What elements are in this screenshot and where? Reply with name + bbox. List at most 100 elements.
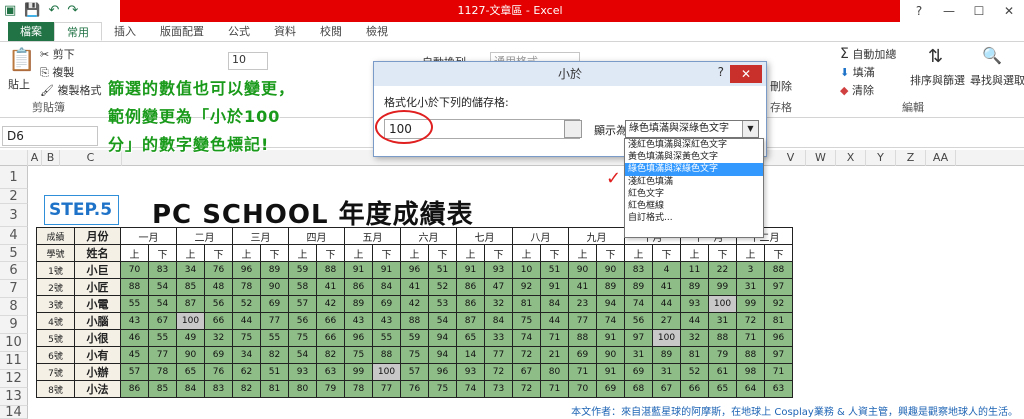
- score-cell[interactable]: 91: [372, 261, 401, 279]
- column-header-a[interactable]: A: [28, 150, 42, 166]
- score-cell[interactable]: 84: [372, 278, 401, 296]
- score-cell[interactable]: 91: [596, 329, 625, 347]
- column-header-w[interactable]: W: [806, 150, 836, 166]
- student-id[interactable]: 8號: [36, 380, 75, 398]
- student-name[interactable]: 小法: [74, 380, 121, 398]
- row-header-6[interactable]: 6: [0, 262, 28, 280]
- score-cell[interactable]: 54: [288, 346, 317, 364]
- score-cell[interactable]: 86: [456, 295, 485, 313]
- score-cell[interactable]: 52: [428, 278, 457, 296]
- score-cell[interactable]: 87: [176, 295, 205, 313]
- dropdown-option-custom[interactable]: 自訂格式...: [625, 212, 763, 224]
- score-cell[interactable]: 93: [680, 295, 709, 313]
- score-cell[interactable]: 77: [484, 346, 513, 364]
- close-button[interactable]: ✕: [994, 0, 1024, 22]
- score-cell[interactable]: 91: [344, 261, 373, 279]
- score-cell[interactable]: 54: [428, 312, 457, 330]
- score-cell[interactable]: 70: [568, 380, 597, 398]
- tab-insert[interactable]: 插入: [102, 22, 148, 41]
- copy-button[interactable]: ⎘ 複製: [40, 64, 74, 80]
- row-header-5[interactable]: 5: [0, 245, 28, 262]
- cut-button[interactable]: ✂ 剪下: [40, 46, 75, 62]
- tab-file[interactable]: 檔案: [8, 22, 54, 41]
- score-cell[interactable]: 3: [736, 261, 765, 279]
- score-cell[interactable]: 66: [316, 312, 345, 330]
- format-select[interactable]: 綠色填滿與深綠色文字 ▼: [625, 120, 759, 138]
- name-box[interactable]: D6: [2, 126, 98, 146]
- student-id[interactable]: 1號: [36, 261, 75, 279]
- score-cell[interactable]: 89: [596, 278, 625, 296]
- score-cell[interactable]: 72: [736, 312, 765, 330]
- score-cell[interactable]: 32: [204, 329, 233, 347]
- student-name[interactable]: 小巨: [74, 261, 121, 279]
- score-cell[interactable]: 90: [568, 261, 597, 279]
- score-cell[interactable]: 77: [148, 346, 177, 364]
- score-cell[interactable]: 71: [568, 363, 597, 381]
- score-cell[interactable]: 71: [540, 380, 569, 398]
- score-cell[interactable]: 41: [568, 278, 597, 296]
- score-cell[interactable]: 42: [400, 295, 429, 313]
- student-name[interactable]: 小有: [74, 346, 121, 364]
- score-cell[interactable]: 74: [456, 380, 485, 398]
- student-id[interactable]: 7號: [36, 363, 75, 381]
- score-cell[interactable]: 78: [344, 380, 373, 398]
- column-header-b[interactable]: B: [42, 150, 60, 166]
- score-cell[interactable]: 45: [120, 346, 149, 364]
- paste-button[interactable]: 貼上: [8, 76, 30, 92]
- score-cell[interactable]: 83: [624, 261, 653, 279]
- row-header-11[interactable]: 11: [0, 352, 28, 370]
- score-cell[interactable]: 78: [232, 278, 261, 296]
- score-cell[interactable]: 69: [372, 295, 401, 313]
- student-id[interactable]: 3號: [36, 295, 75, 313]
- score-cell[interactable]: 55: [260, 329, 289, 347]
- minimize-button[interactable]: —: [934, 0, 964, 22]
- score-cell[interactable]: 90: [596, 261, 625, 279]
- column-header-x[interactable]: X: [836, 150, 866, 166]
- column-header-y[interactable]: Y: [866, 150, 896, 166]
- row-header-9[interactable]: 9: [0, 316, 28, 334]
- row-header-10[interactable]: 10: [0, 334, 28, 352]
- score-cell[interactable]: 94: [428, 346, 457, 364]
- maximize-button[interactable]: ☐: [964, 0, 994, 22]
- score-cell[interactable]: 52: [232, 295, 261, 313]
- score-cell[interactable]: 44: [680, 312, 709, 330]
- score-cell[interactable]: 88: [120, 278, 149, 296]
- score-cell[interactable]: 75: [232, 329, 261, 347]
- score-cell[interactable]: 94: [428, 329, 457, 347]
- autosum-button[interactable]: Σ 自動加總: [840, 46, 896, 62]
- student-name[interactable]: 小匠: [74, 278, 121, 296]
- score-cell[interactable]: 44: [232, 312, 261, 330]
- score-cell[interactable]: 89: [260, 261, 289, 279]
- score-cell[interactable]: 93: [484, 261, 513, 279]
- score-cell[interactable]: 80: [540, 363, 569, 381]
- score-cell[interactable]: 71: [736, 329, 765, 347]
- score-cell[interactable]: 88: [568, 329, 597, 347]
- score-cell[interactable]: 71: [764, 363, 793, 381]
- score-cell[interactable]: 76: [204, 363, 233, 381]
- score-cell[interactable]: 31: [708, 312, 737, 330]
- score-cell[interactable]: 66: [680, 380, 709, 398]
- score-cell[interactable]: 57: [120, 363, 149, 381]
- dropdown-option-green[interactable]: 綠色填滿與深綠色文字: [625, 163, 763, 176]
- score-cell[interactable]: 100: [652, 329, 681, 347]
- score-cell[interactable]: 92: [764, 295, 793, 313]
- score-cell[interactable]: 14: [456, 346, 485, 364]
- score-cell[interactable]: 69: [624, 363, 653, 381]
- row-header-4[interactable]: 4: [0, 227, 28, 245]
- score-cell[interactable]: 67: [512, 363, 541, 381]
- score-cell[interactable]: 56: [204, 295, 233, 313]
- student-name[interactable]: 小很: [74, 329, 121, 347]
- score-cell[interactable]: 97: [764, 278, 793, 296]
- score-cell[interactable]: 91: [456, 261, 485, 279]
- score-cell[interactable]: 69: [568, 346, 597, 364]
- score-cell[interactable]: 88: [736, 346, 765, 364]
- score-cell[interactable]: 93: [456, 363, 485, 381]
- score-cell[interactable]: 86: [344, 278, 373, 296]
- delete-button[interactable]: 刪除: [770, 78, 792, 94]
- score-cell[interactable]: 81: [512, 295, 541, 313]
- select-all-corner[interactable]: [0, 150, 28, 166]
- score-cell[interactable]: 68: [624, 380, 653, 398]
- score-cell[interactable]: 84: [484, 312, 513, 330]
- score-cell[interactable]: 94: [596, 295, 625, 313]
- score-cell[interactable]: 75: [512, 312, 541, 330]
